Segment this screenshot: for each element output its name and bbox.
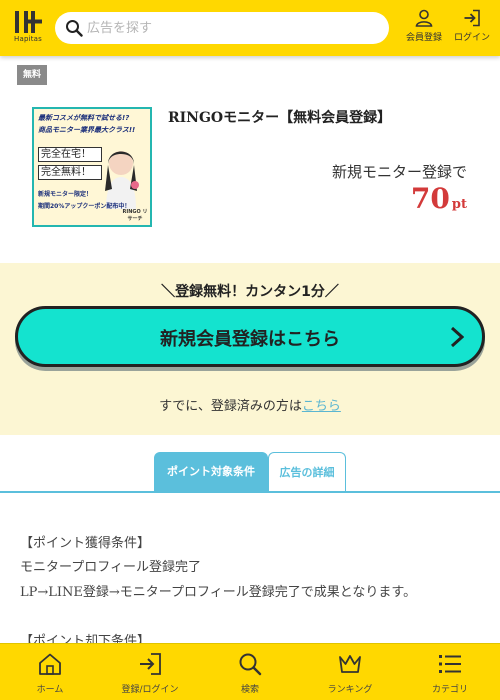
thumbnail-box-2: 完全無料！ — [38, 165, 102, 180]
already-registered-text: すでに、登録済みの方はこちら — [0, 395, 500, 414]
conditions-line-1: モニタープロフィール登録完了 — [20, 560, 201, 575]
nav-search-label: 検索 — [240, 685, 259, 695]
thumbnail-box-1: 完全在宅！ — [38, 147, 102, 162]
ad-subtitle: 新規モニター登録で — [331, 163, 467, 181]
conditions-line-2: LP→LINE登録→モニタープロフィール登録完了で成果となります。 — [20, 585, 417, 600]
nav-ranking[interactable]: ランキング — [300, 652, 400, 695]
nav-login[interactable]: 登録/ログイン — [100, 652, 200, 695]
search-bar[interactable] — [55, 12, 389, 44]
login-icon — [464, 9, 480, 27]
crown-icon — [339, 655, 361, 673]
register-label: 会員登録 — [405, 33, 442, 43]
bottom-navigation: ホーム 登録/ログイン 検索 ランキング カテゴリ — [0, 643, 500, 700]
search-icon — [239, 653, 262, 676]
tab-point-conditions[interactable]: ポイント対象条件 — [154, 452, 268, 492]
nav-search[interactable]: 検索 — [200, 652, 300, 695]
nav-ranking-label: ランキング — [327, 685, 373, 695]
tab-ad-details[interactable]: 広告の詳細 — [268, 452, 346, 492]
app-header: Hapitas 会員登録 ログイン — [0, 0, 500, 56]
conditions-heading-earn: 【ポイント獲得条件】 — [20, 536, 151, 551]
register-catchphrase: ＼登録無料！カンタン1分／ — [161, 284, 339, 300]
ad-title[interactable]: RINGOモニター【無料会員登録】 — [168, 107, 391, 127]
free-badge: 無料 — [17, 65, 47, 85]
logo-text: Hapitas — [13, 35, 43, 43]
chevron-right-icon — [450, 326, 464, 348]
new-register-button[interactable]: 新規会員登録はこちら — [15, 306, 485, 367]
points-unit: pt — [451, 197, 467, 212]
user-icon — [415, 9, 433, 27]
login-icon — [140, 653, 161, 675]
register-section: ＼登録無料！カンタン1分／ 新規会員登録はこちら すでに、登録済みの方はこちら — [0, 263, 500, 435]
home-icon — [39, 653, 61, 675]
nav-home[interactable]: ホーム — [0, 652, 100, 695]
thumbnail-headline-1: 最新コスメが無料で試せる!? — [38, 114, 130, 122]
nav-home-label: ホーム — [36, 685, 64, 695]
thumbnail-headline-2: 商品モニター業界最大クラス!! — [38, 126, 136, 134]
already-registered-label: すでに、登録済みの方は — [159, 399, 302, 414]
logo-mark-icon — [15, 11, 42, 33]
login-label: ログイン — [453, 33, 490, 43]
model-photo — [96, 139, 146, 209]
thumbnail-small-2: 期間20%アップクーポン配布中！ — [38, 203, 131, 210]
nav-login-label: 登録/ログイン — [121, 685, 179, 695]
list-icon — [439, 655, 461, 673]
thumbnail-small-1: 新規モニター限定！ — [38, 191, 93, 198]
login-link[interactable]: こちら — [302, 399, 341, 414]
tabs-divider — [0, 491, 500, 493]
search-input[interactable] — [87, 12, 377, 44]
thumbnail-brand: RINGO リサーチ — [122, 209, 148, 222]
ad-thumbnail[interactable]: 最新コスメが無料で試せる!? 商品モニター業界最大クラス!! 完全在宅！ 完全無… — [32, 107, 152, 227]
search-icon — [66, 20, 83, 37]
login-button[interactable]: ログイン — [449, 9, 495, 49]
nav-category-label: カテゴリ — [431, 685, 468, 695]
register-button[interactable]: 会員登録 — [401, 9, 447, 49]
points-display: 70 pt — [411, 182, 467, 215]
new-register-button-label: 新規会員登録はこちら — [160, 329, 340, 350]
hapitas-logo[interactable]: Hapitas — [12, 10, 44, 46]
points-value: 70 — [410, 182, 450, 215]
nav-category[interactable]: カテゴリ — [400, 652, 500, 695]
